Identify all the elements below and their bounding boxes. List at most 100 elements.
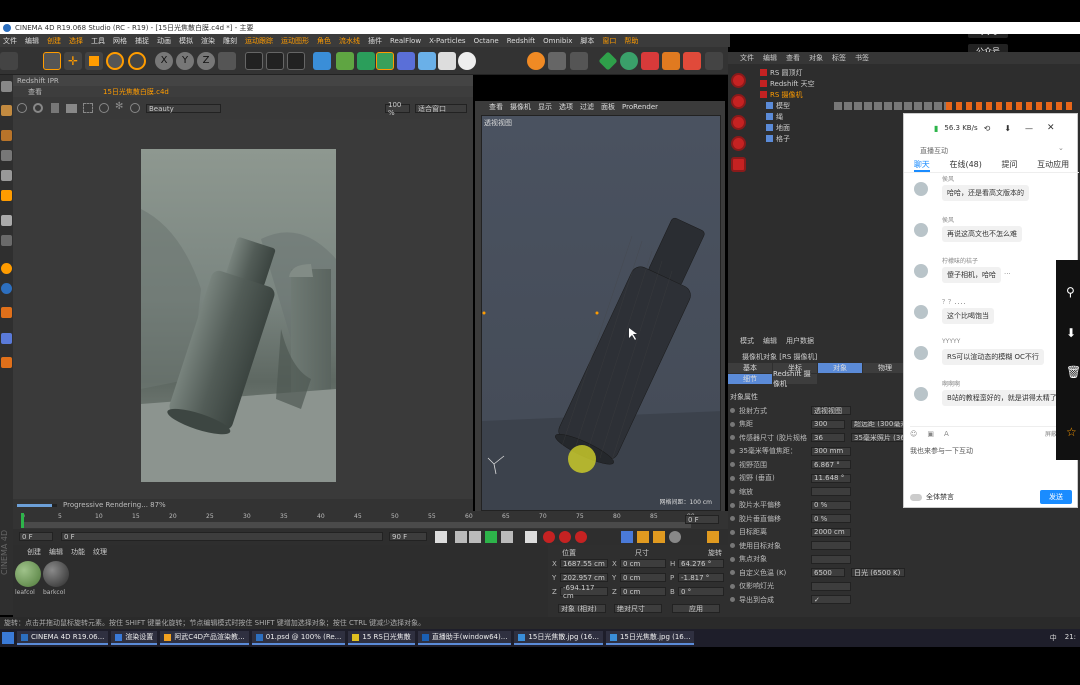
coord-position-field[interactable]: 202.957 cm: [560, 573, 608, 582]
coord-size-field[interactable]: 0 cm: [620, 587, 666, 596]
current-range-field[interactable]: 0 F: [61, 532, 383, 541]
axis-mode-icon[interactable]: [1, 190, 12, 201]
viewport-menu-item[interactable]: 过滤: [580, 102, 594, 112]
object-menu-item[interactable]: 查看: [786, 53, 800, 63]
animate-dot-icon[interactable]: [730, 435, 735, 441]
ipr-start-icon[interactable]: [17, 103, 27, 113]
object-row[interactable]: Redshift 天空: [756, 78, 1076, 89]
coord-apply-button[interactable]: 应用: [672, 604, 720, 613]
attribute-value-field[interactable]: 11.648 °: [811, 473, 851, 483]
avatar[interactable]: [914, 264, 928, 278]
plugin-icon-6[interactable]: [662, 52, 680, 70]
attribute-menu-item[interactable]: 模式: [740, 336, 754, 346]
keyframe-help-icon[interactable]: [575, 531, 587, 543]
sketch-icon[interactable]: [527, 52, 545, 70]
object-row[interactable]: RS 摄像机: [756, 89, 1076, 100]
axis-x-button[interactable]: X: [155, 52, 173, 70]
animate-dot-icon[interactable]: [730, 516, 735, 522]
light-icon[interactable]: [458, 52, 476, 70]
menu-item[interactable]: Omnibix: [543, 37, 572, 45]
attribute-value-field[interactable]: 300 mm: [811, 446, 851, 456]
texture-mode-icon[interactable]: [1, 105, 12, 116]
key-scale-icon[interactable]: [653, 531, 665, 543]
attribute-menu-item[interactable]: 编辑: [763, 336, 777, 346]
material-swatch-barkcol[interactable]: [43, 561, 69, 587]
attribute-value-field[interactable]: ✓: [811, 595, 851, 605]
ipr-refresh-icon[interactable]: [33, 103, 43, 113]
quantize-icon[interactable]: [1, 307, 12, 318]
image-icon[interactable]: ▣: [927, 430, 934, 438]
animate-dot-icon[interactable]: [730, 543, 735, 549]
goto-end-icon[interactable]: [525, 531, 537, 543]
attribute-value-field[interactable]: 36: [811, 433, 845, 443]
menu-item[interactable]: 选择: [69, 36, 83, 46]
attribute-value-field[interactable]: [811, 487, 851, 497]
play-reverse-icon[interactable]: [469, 531, 481, 543]
avatar[interactable]: [914, 346, 928, 360]
timeline-playhead[interactable]: [21, 513, 24, 528]
attribute-value-field[interactable]: 0 %: [811, 514, 851, 524]
menu-item[interactable]: 雕刻: [223, 36, 237, 46]
close-icon[interactable]: ✕: [1047, 123, 1055, 133]
attribute-value-field[interactable]: 0 %: [811, 500, 851, 510]
plugin-icon-1[interactable]: [548, 52, 566, 70]
snap-icon[interactable]: [1, 235, 12, 246]
ipr-camera-icon[interactable]: [66, 104, 77, 113]
coord-position-field[interactable]: 1687.55 cm: [560, 559, 608, 568]
viewport-menu-item[interactable]: ProRender: [622, 103, 658, 111]
viewport-canvas[interactable]: 透视视图 网格间距：100 cm: [481, 115, 721, 511]
undo-icon[interactable]: [0, 52, 18, 70]
start-frame-field[interactable]: 0 F: [19, 532, 53, 541]
rotate-tool-icon[interactable]: [106, 52, 124, 70]
attribute-subtab[interactable]: Redshift 摄像机: [773, 370, 817, 388]
coord-size-field[interactable]: 0 cm: [620, 573, 666, 582]
plugin-icon-5[interactable]: [641, 52, 659, 70]
taskbar-item[interactable]: 15日光焦散.jpg (16...: [514, 631, 603, 645]
object-menu-item[interactable]: 文件: [740, 53, 754, 63]
key-rotation-icon[interactable]: [637, 531, 649, 543]
key-position-icon[interactable]: [621, 531, 633, 543]
pin-icon[interactable]: ⬇: [1004, 124, 1011, 133]
magnet-icon[interactable]: [1, 263, 12, 274]
menu-item[interactable]: 创建: [47, 36, 61, 46]
next-key-icon[interactable]: [501, 531, 513, 543]
attribute-tab[interactable]: 物理: [863, 363, 907, 373]
recent-tool-icon[interactable]: [128, 52, 146, 70]
material-menu-item[interactable]: 编辑: [49, 547, 63, 557]
taskbar-item[interactable]: 渲染设置: [111, 631, 158, 645]
aov-select[interactable]: Beauty: [146, 104, 221, 113]
attribute-menu-item[interactable]: 用户数据: [786, 336, 814, 346]
material-menu-item[interactable]: 创建: [27, 547, 41, 557]
pen-icon[interactable]: [336, 52, 354, 70]
edge-mode-icon[interactable]: [1, 150, 12, 161]
ipr-tone-icon[interactable]: [130, 103, 140, 113]
menu-item[interactable]: 插件: [368, 36, 382, 46]
menu-item[interactable]: 渲染: [201, 36, 215, 46]
object-row[interactable]: RS 圆顶灯: [756, 67, 1076, 78]
coord-rotation-field[interactable]: -1.817 °: [678, 573, 724, 582]
animate-dot-icon[interactable]: [730, 462, 735, 468]
tray-clock[interactable]: 21:: [1065, 633, 1076, 643]
menu-item[interactable]: 流水线: [339, 36, 360, 46]
avatar[interactable]: [914, 223, 928, 237]
more-button[interactable]: ...: [1004, 268, 1011, 276]
zoom-select[interactable]: 100 %: [385, 101, 410, 117]
render-tool-icon-3[interactable]: [731, 115, 746, 130]
plugin-icon-4[interactable]: [620, 52, 638, 70]
key-param-icon[interactable]: [669, 531, 681, 543]
move-tool-icon[interactable]: ✛: [64, 52, 82, 70]
timeline-frame-field[interactable]: 0 F: [685, 515, 719, 524]
plugin-icon-8[interactable]: [705, 52, 723, 70]
refresh-icon[interactable]: ⟲: [984, 124, 991, 133]
viewport-menu-item[interactable]: 摄像机: [510, 102, 531, 112]
render-tool-icon-1[interactable]: [731, 73, 746, 88]
viewport-menu-item[interactable]: 面板: [601, 102, 615, 112]
tray-ime[interactable]: 中: [1050, 633, 1057, 643]
animate-dot-icon[interactable]: [730, 502, 735, 508]
animate-dot-icon[interactable]: [730, 529, 735, 535]
select-tool-icon[interactable]: [43, 52, 61, 70]
chat-tab[interactable]: 在线(48): [949, 159, 981, 172]
send-button[interactable]: 发送: [1040, 490, 1072, 504]
menu-item[interactable]: 模拟: [179, 36, 193, 46]
minimize-icon[interactable]: —: [1025, 124, 1033, 133]
